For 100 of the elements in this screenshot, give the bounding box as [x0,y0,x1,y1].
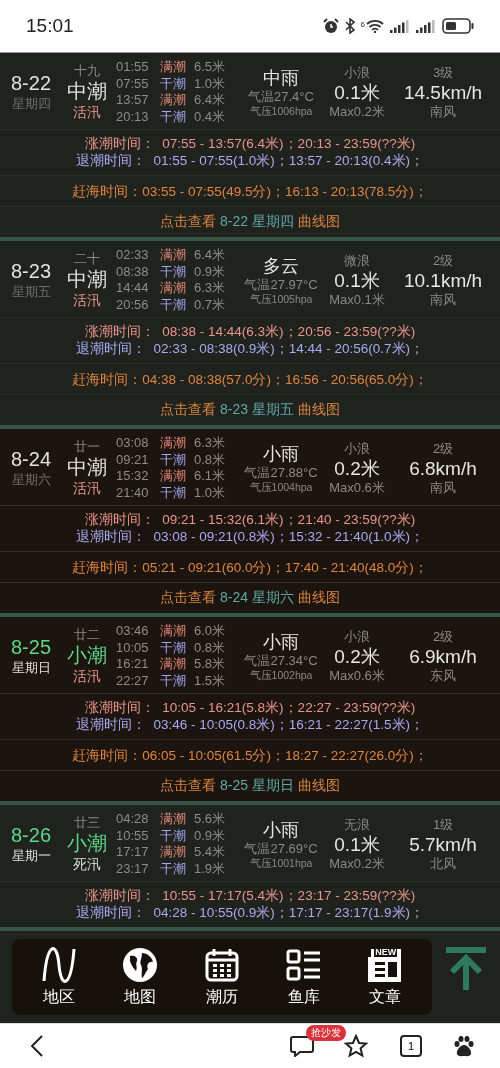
weekday-text: 星期六 [11,471,51,489]
date-text: 8-22 [11,71,51,95]
curve-chart-link[interactable]: 点击查看 8-25 星期日 曲线图 [160,777,340,795]
comment-badge: 抢沙发 [306,1025,346,1041]
weekday-text: 星期一 [11,847,51,865]
tide-time: 22:27 [116,672,150,689]
tide-height: 6.1米 [194,468,226,485]
nav-item[interactable]: 地区 [40,946,77,1008]
tide-height: 6.3米 [194,435,226,452]
tide-height: 6.4米 [194,92,226,109]
tide-height: 6.5米 [194,59,226,76]
tide-height: 1.0米 [194,484,226,501]
nav-item[interactable]: 潮历 [204,946,240,1008]
tide-type: 满潮 [160,92,186,109]
pressure-text: 气压1002hpa [249,667,313,682]
tide-type: 满潮 [160,844,186,861]
tide-name-text: 中潮 [67,79,107,103]
falling-tide-text: 退潮时间： 03:46 - 10:05(0.8米)；16:21 - 22:27(1.5米)； [75,716,425,733]
tide-time: 03:46 [116,623,150,640]
tide-name-text: 小潮 [67,831,107,855]
tide-time: 21:40 [116,484,150,501]
bluetooth-icon [344,18,355,34]
tide-type: 满潮 [160,811,186,828]
wave-height-text: 0.1米 [334,832,380,856]
wind-level-text: 2级 [432,252,454,269]
lunar-day-text: 二十 [74,251,100,267]
beachcombing-time-text: 赶海时间：06:05 - 10:05(61.5分)；18:27 - 22:27(26.0分)； [72,746,428,764]
new-label: NEW [374,946,398,957]
tide-type: 满潮 [160,59,186,76]
tab-count-button[interactable]: 1 [400,1035,422,1057]
curve-chart-link[interactable]: 点击查看 8-22 星期四 曲线图 [160,213,340,231]
beachcombing-time-text: 赶海时间：03:55 - 07:55(49.5分)；16:13 - 20:13(78.5分)； [72,182,428,200]
pressure-text: 气压1004hpa [249,479,313,494]
lunar-day-text: 廿二 [74,627,100,643]
wind-speed-text: 5.7km/h [409,832,477,856]
wave-name-text: 无浪 [344,816,370,833]
tide-height: 5.8米 [194,656,226,673]
curve-chart-link[interactable]: 点击查看 8-24 星期六 曲线图 [160,589,340,607]
lunar-day-text: 廿一 [74,439,100,455]
tide-height: 1.5米 [194,672,226,689]
wave-height-text: 0.1米 [334,80,380,104]
tide-type: 干潮 [160,108,186,125]
tide-time: 02:33 [116,247,150,264]
tide-type: 满潮 [160,468,186,485]
wind-speed-text: 6.8km/h [409,456,477,480]
tide-height: 6.4米 [194,247,226,264]
wifi-icon [366,19,384,33]
date-text: 8-26 [11,823,51,847]
weekday-text: 星期四 [11,95,51,113]
wave-max-text: Max0.6米 [329,667,385,684]
tide-period-text: 活汛 [73,291,101,309]
signal-icon [390,19,410,33]
lunar-day-text: 十九 [74,63,100,79]
weather-text: 小雨 [263,630,299,653]
tide-time: 14:44 [116,280,150,297]
wind-speed-text: 6.9km/h [409,644,477,668]
wind-level-text: 2级 [432,628,454,645]
tide-type: 干潮 [160,263,186,280]
globe-icon [122,946,159,983]
wave-max-text: Max0.6米 [329,479,385,496]
date-text: 8-25 [11,635,51,659]
tide-period-text: 活汛 [73,479,101,497]
tide-height: 1.9米 [194,860,226,877]
temperature-text: 气温27.34°C [244,652,318,668]
rising-tide-text: 涨潮时间： 07:55 - 13:57(6.4米)；20:13 - 23:59(??米) [84,135,416,152]
falling-tide-text: 退潮时间： 02:33 - 08:38(0.9米)；14:44 - 20:56(0.7米)； [75,340,425,357]
tide-time: 10:55 [116,827,150,844]
tide-height: 0.8米 [194,639,226,656]
wave-icon [40,946,77,983]
wave-name-text: 小浪 [344,628,370,645]
wave-name-text: 小浪 [344,64,370,81]
tide-time: 16:21 [116,656,150,673]
temperature-text: 气温27.4°C [248,88,314,104]
wind-level-text: 2级 [432,440,454,457]
tide-type: 满潮 [160,623,186,640]
nav-item[interactable]: 鱼库 [285,946,322,1008]
curve-chart-link[interactable]: 点击查看 8-23 星期五 曲线图 [160,401,340,419]
wind-direction-text: 南风 [430,291,456,308]
tide-time: 10:05 [116,639,150,656]
nav-item[interactable]: NEW 文章 [367,946,404,1008]
paw-icon[interactable] [452,1034,476,1058]
tide-type: 干潮 [160,672,186,689]
nav-item[interactable]: 地图 [122,946,159,1008]
wind-direction-text: 南风 [430,479,456,496]
tide-time: 01:55 [116,59,150,76]
wind-direction-text: 东风 [430,667,456,684]
pressure-text: 气压1001hpa [249,855,313,870]
weather-text: 中雨 [263,66,299,89]
status-time: 15:01 [26,15,74,37]
signal-icon [416,19,436,33]
tide-type: 干潮 [160,484,186,501]
back-icon[interactable] [30,1034,44,1058]
tide-name-text: 小潮 [67,643,107,667]
tide-type: 干潮 [160,451,186,468]
weekday-text: 星期五 [11,283,51,301]
calendar-icon [204,946,240,983]
tide-period-text: 死汛 [73,855,101,873]
tide-name-text: 中潮 [67,267,107,291]
wind-level-text: 1级 [432,816,454,833]
star-icon[interactable] [344,1034,368,1058]
